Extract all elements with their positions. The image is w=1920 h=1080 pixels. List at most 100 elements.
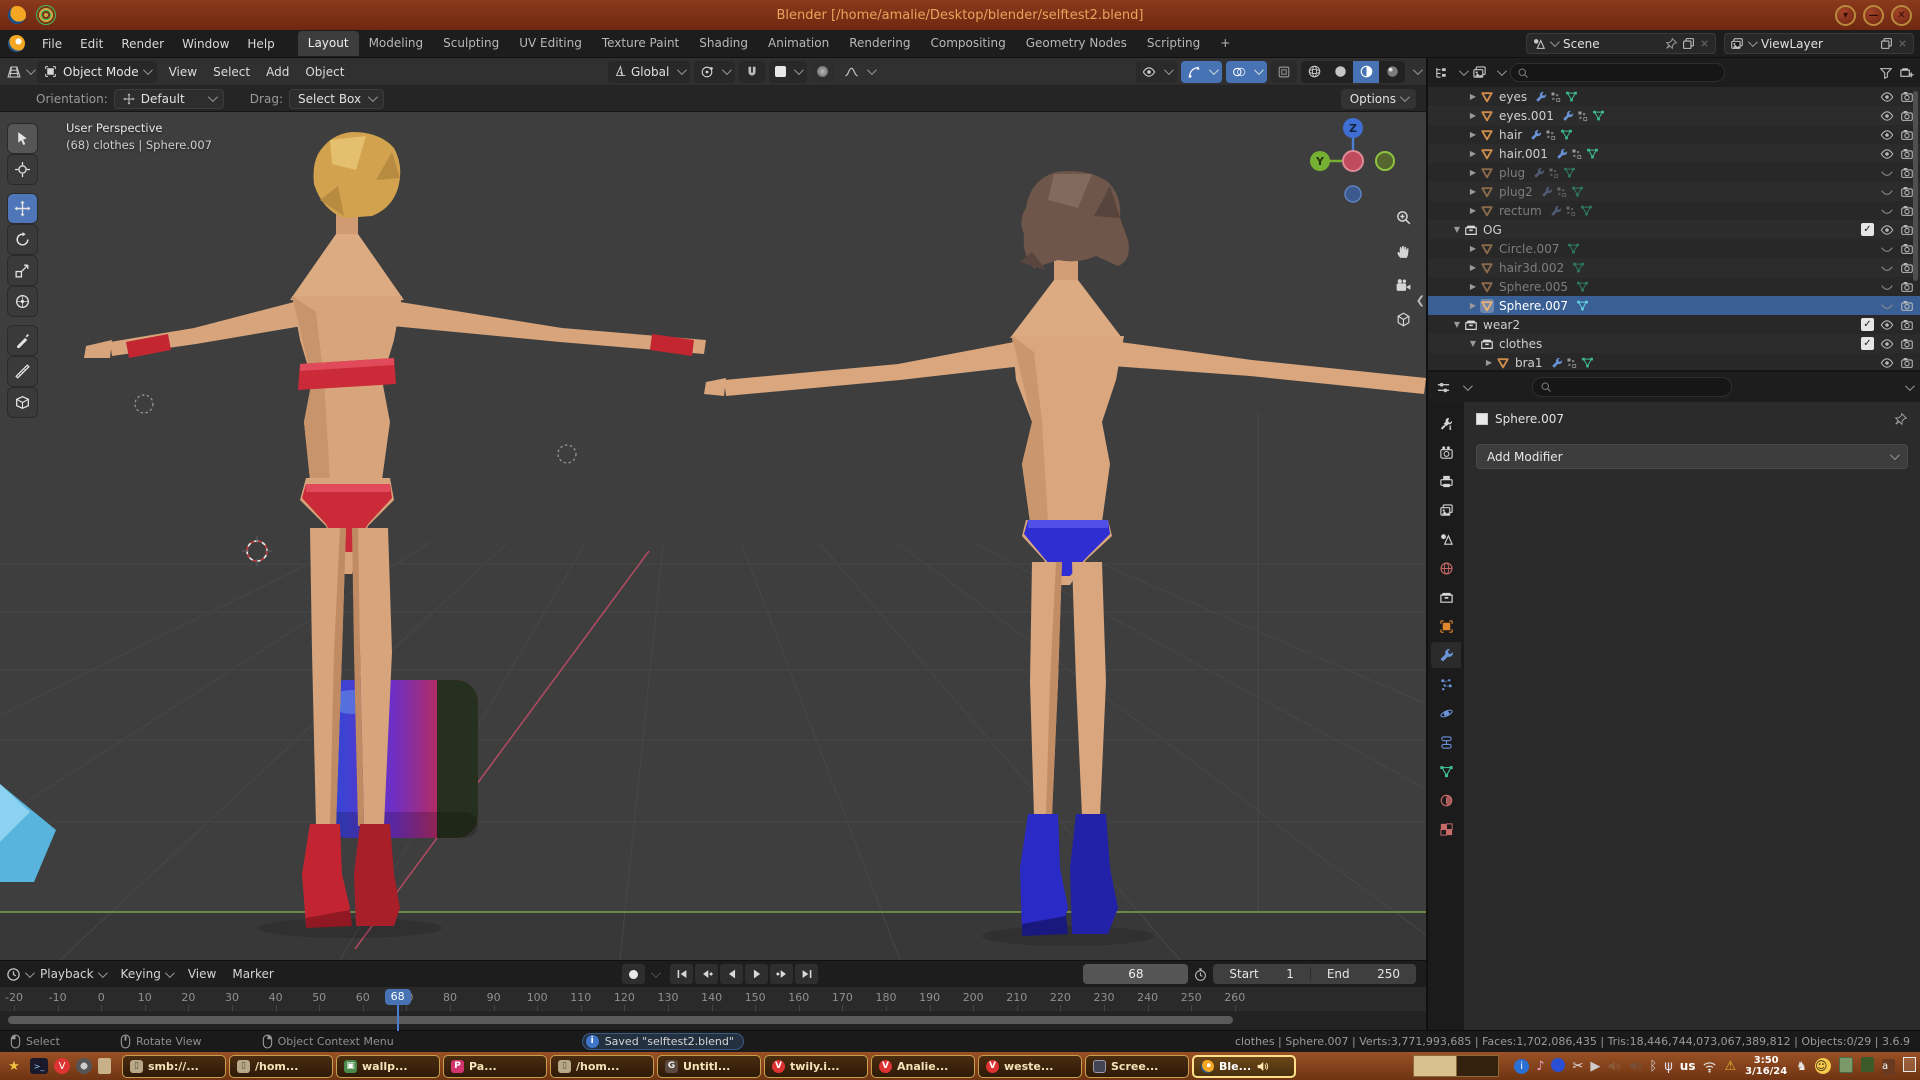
wheel-app-icon[interactable] xyxy=(76,1058,92,1074)
mesh-data-icon[interactable] xyxy=(1571,185,1584,198)
mesh-data-icon[interactable] xyxy=(1572,261,1585,274)
pin-icon[interactable] xyxy=(1665,37,1678,50)
expand-arrow-icon[interactable]: ▶ xyxy=(1468,301,1478,310)
properties-tab-tool[interactable] xyxy=(1431,410,1461,436)
hide-eye-icon[interactable] xyxy=(1880,223,1894,237)
tab-animation[interactable]: Animation xyxy=(758,31,839,56)
disable-render-camera-icon[interactable] xyxy=(1900,185,1914,199)
taskbar-window-twilyi[interactable]: V twily.i... xyxy=(764,1055,868,1078)
menu-edit[interactable]: Edit xyxy=(71,33,112,55)
terminal-icon[interactable]: >_ xyxy=(30,1058,48,1074)
add-modifier-button[interactable]: Add Modifier xyxy=(1476,444,1908,469)
hide-eye-icon[interactable] xyxy=(1880,109,1894,123)
outliner-row[interactable]: ▶ Circle.007 xyxy=(1428,239,1920,258)
shading-material-preview-button[interactable] xyxy=(1353,61,1379,83)
properties-tab-world[interactable] xyxy=(1431,555,1461,581)
ortho-perspective-button[interactable] xyxy=(1390,306,1416,332)
outliner-row[interactable]: ▼ OG ✓ xyxy=(1428,220,1920,239)
proportional-falloff-dropdown[interactable] xyxy=(838,61,880,83)
outliner-search-input[interactable] xyxy=(1510,63,1725,82)
timeline-ruler[interactable]: -20-100102030405060708090100110120130140… xyxy=(0,987,1426,1011)
hide-eye-closed-icon[interactable] xyxy=(1880,242,1894,256)
tab-layout[interactable]: Layout xyxy=(298,31,359,56)
outliner-row[interactable]: ▶ plug2 xyxy=(1428,182,1920,201)
pivot-point-dropdown[interactable] xyxy=(694,61,735,83)
proportional-editing-toggle[interactable] xyxy=(811,61,834,83)
shading-wireframe-button[interactable] xyxy=(1301,61,1327,83)
tab-compositing[interactable]: Compositing xyxy=(920,31,1015,56)
gizmos-toggle[interactable] xyxy=(1181,61,1222,83)
minimize-button[interactable]: ▾ xyxy=(1835,5,1856,26)
expand-arrow-icon[interactable]: ▼ xyxy=(1468,339,1478,348)
expand-arrow-icon[interactable]: ▶ xyxy=(1468,187,1478,196)
filter-funnel-icon[interactable] xyxy=(1879,66,1893,80)
new-scene-icon[interactable] xyxy=(1682,37,1695,50)
viewlayer-selector[interactable]: ViewLayer xyxy=(1724,33,1914,54)
drag-action-dropdown[interactable]: Select Box xyxy=(289,89,384,109)
outliner-row[interactable]: ▶ eyes xyxy=(1428,87,1920,106)
timeline-scrollbar[interactable] xyxy=(8,1016,1233,1024)
snap-toggle[interactable] xyxy=(739,61,765,83)
disable-render-camera-icon[interactable] xyxy=(1900,109,1914,123)
vertex-group-icon[interactable] xyxy=(1565,205,1577,217)
hide-eye-closed-icon[interactable] xyxy=(1880,261,1894,275)
tool-rotate[interactable] xyxy=(8,225,37,254)
properties-tab-particles[interactable] xyxy=(1431,671,1461,697)
new-viewlayer-icon[interactable] xyxy=(1880,37,1893,50)
scene-selector[interactable]: Scene xyxy=(1526,33,1716,54)
hide-eye-closed-icon[interactable] xyxy=(1880,299,1894,313)
hide-eye-icon[interactable] xyxy=(1880,147,1894,161)
current-frame-field[interactable]: 68 xyxy=(1083,964,1188,984)
pin-icon[interactable] xyxy=(1894,412,1908,426)
pan-hand-button[interactable] xyxy=(1390,238,1416,264)
mesh-data-icon[interactable] xyxy=(1576,299,1589,312)
jump-to-start-button[interactable] xyxy=(670,964,693,984)
collection-checkbox[interactable]: ✓ xyxy=(1861,318,1874,331)
maximize-button[interactable]: — xyxy=(1863,5,1884,26)
mesh-data-icon[interactable] xyxy=(1567,242,1580,255)
shading-dropdown-icon[interactable] xyxy=(1413,65,1423,75)
disable-render-camera-icon[interactable] xyxy=(1900,204,1914,218)
disable-render-camera-icon[interactable] xyxy=(1900,337,1914,351)
mesh-data-icon[interactable] xyxy=(1563,166,1576,179)
hide-eye-closed-icon[interactable] xyxy=(1880,280,1894,294)
expand-arrow-icon[interactable]: ▶ xyxy=(1468,111,1478,120)
workspace-1[interactable] xyxy=(1414,1056,1456,1076)
viewport-menu-select[interactable]: Select xyxy=(205,61,258,83)
disable-render-camera-icon[interactable] xyxy=(1900,166,1914,180)
display-mode-icon[interactable] xyxy=(1472,65,1487,80)
tool-annotate[interactable] xyxy=(8,326,37,355)
add-workspace-button[interactable]: + xyxy=(1210,31,1240,56)
editor-type-properties-icon[interactable] xyxy=(1436,380,1451,395)
play-button[interactable] xyxy=(745,964,768,984)
vertex-group-icon[interactable] xyxy=(1571,148,1583,160)
remove-viewlayer-icon[interactable] xyxy=(1897,38,1908,49)
properties-tab-render[interactable] xyxy=(1431,439,1461,465)
modifier-wrench-icon[interactable] xyxy=(1551,357,1563,369)
playhead[interactable] xyxy=(397,1005,399,1031)
mesh-data-icon[interactable] xyxy=(1565,90,1578,103)
taskbar-window-hom[interactable]: ▯ /hom... xyxy=(229,1055,333,1078)
editor-type-3d-viewport-icon[interactable] xyxy=(6,64,22,80)
mesh-data-icon[interactable] xyxy=(1581,356,1594,369)
tab-scripting[interactable]: Scripting xyxy=(1137,31,1210,56)
disable-render-camera-icon[interactable] xyxy=(1900,356,1914,370)
taskbar-window-smb[interactable]: ▯ smb://... xyxy=(122,1055,226,1078)
viewport-menu-view[interactable]: View xyxy=(161,61,205,83)
viewport-menu-add[interactable]: Add xyxy=(258,61,297,83)
viewport-menu-object[interactable]: Object xyxy=(297,61,352,83)
next-keyframe-button[interactable] xyxy=(770,964,793,984)
disable-render-camera-icon[interactable] xyxy=(1900,280,1914,294)
menu-help[interactable]: Help xyxy=(238,33,283,55)
disable-render-camera-icon[interactable] xyxy=(1900,90,1914,104)
mesh-data-icon[interactable] xyxy=(1576,280,1589,293)
mode-dropdown[interactable]: Object Mode xyxy=(37,61,157,83)
start-menu-icon[interactable]: ★ xyxy=(4,1056,24,1076)
vertex-group-icon[interactable] xyxy=(1550,91,1562,103)
outliner-row[interactable]: ▶ Sphere.007 xyxy=(1428,296,1920,315)
modifier-wrench-icon[interactable] xyxy=(1535,91,1547,103)
drag-orientation-dropdown[interactable]: Default xyxy=(114,89,224,109)
taskbar-window-analie[interactable]: V Analie... xyxy=(871,1055,975,1078)
properties-tab-texture[interactable] xyxy=(1431,816,1461,842)
collection-checkbox[interactable]: ✓ xyxy=(1861,223,1874,236)
